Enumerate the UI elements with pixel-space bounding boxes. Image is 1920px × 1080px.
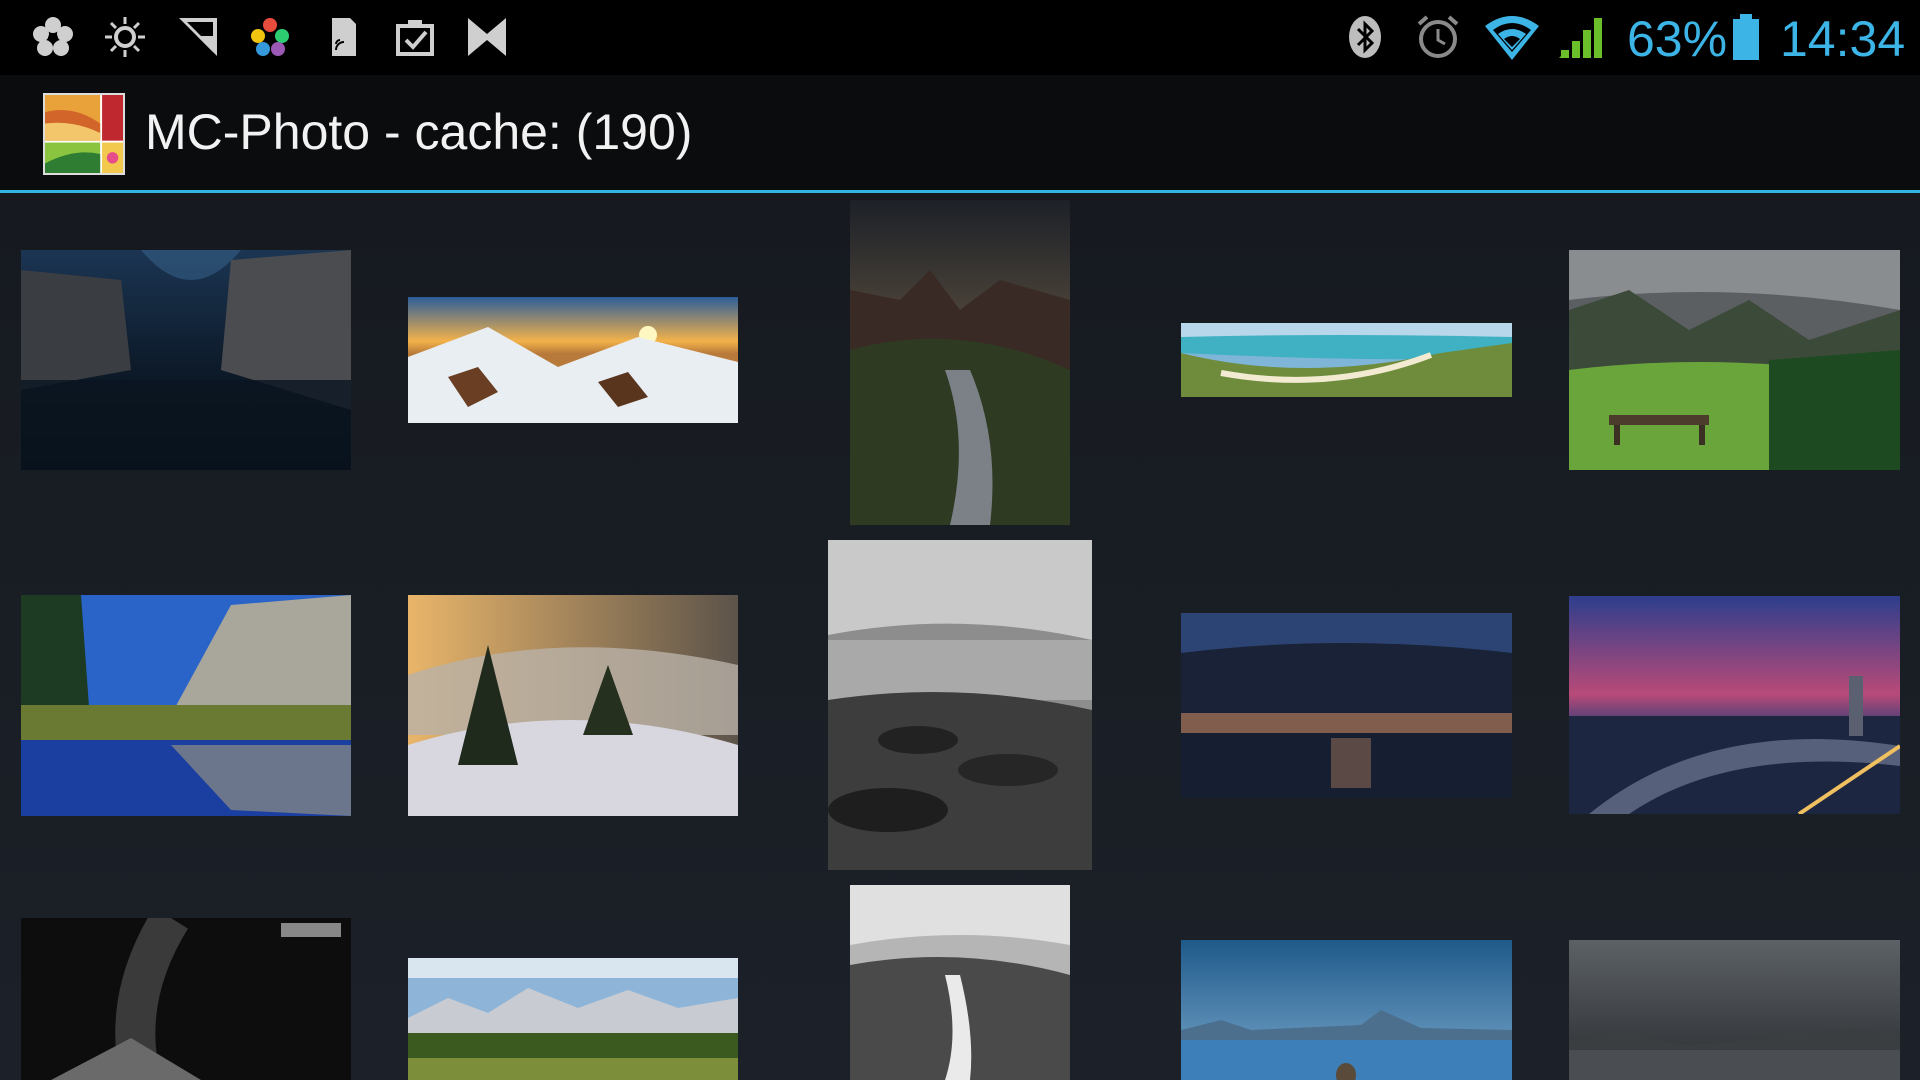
photo-thumbnail[interactable] (1181, 940, 1512, 1080)
bowtie-icon (462, 12, 512, 62)
sd-card-icon (318, 12, 368, 62)
action-bar: MC-Photo - cache: (190) (0, 75, 1920, 193)
clock: 14:34 (1780, 11, 1906, 67)
alarm-icon (1413, 12, 1463, 62)
photo-thumbnail[interactable] (1181, 613, 1512, 798)
corner-signal-icon (173, 12, 223, 62)
photo-thumbnail[interactable] (850, 885, 1070, 1080)
photo-thumbnail[interactable] (408, 297, 738, 423)
battery-percent: 63% (1627, 11, 1728, 67)
photo-thumbnail[interactable] (21, 595, 351, 816)
cell-signal-icon (1555, 12, 1605, 62)
photo-thumbnail[interactable] (21, 918, 351, 1080)
bluetooth-icon (1340, 12, 1390, 62)
color-dots-icon (245, 12, 295, 62)
photo-thumbnail[interactable] (408, 595, 738, 816)
sun-icon (100, 12, 150, 62)
photo-thumbnail[interactable] (1181, 323, 1512, 397)
wifi-icon (1483, 12, 1541, 62)
photo-thumbnail[interactable] (850, 200, 1070, 525)
photo-thumbnail[interactable] (1569, 596, 1900, 814)
status-bar: 63% 14:34 (0, 0, 1920, 75)
photo-thumbnail[interactable] (21, 250, 351, 470)
clipboard-check-icon (390, 12, 440, 62)
photo-thumbnail[interactable] (408, 958, 738, 1080)
photo-thumbnail[interactable] (1569, 940, 1900, 1080)
photo-grid (0, 193, 1920, 1080)
app-logo-icon[interactable] (43, 93, 125, 175)
photo-thumbnail[interactable] (1569, 250, 1900, 470)
photo-thumbnail[interactable] (828, 540, 1092, 870)
flower-icon (28, 12, 78, 62)
page-title: MC-Photo - cache: (190) (145, 104, 693, 160)
battery-icon (1730, 12, 1762, 62)
